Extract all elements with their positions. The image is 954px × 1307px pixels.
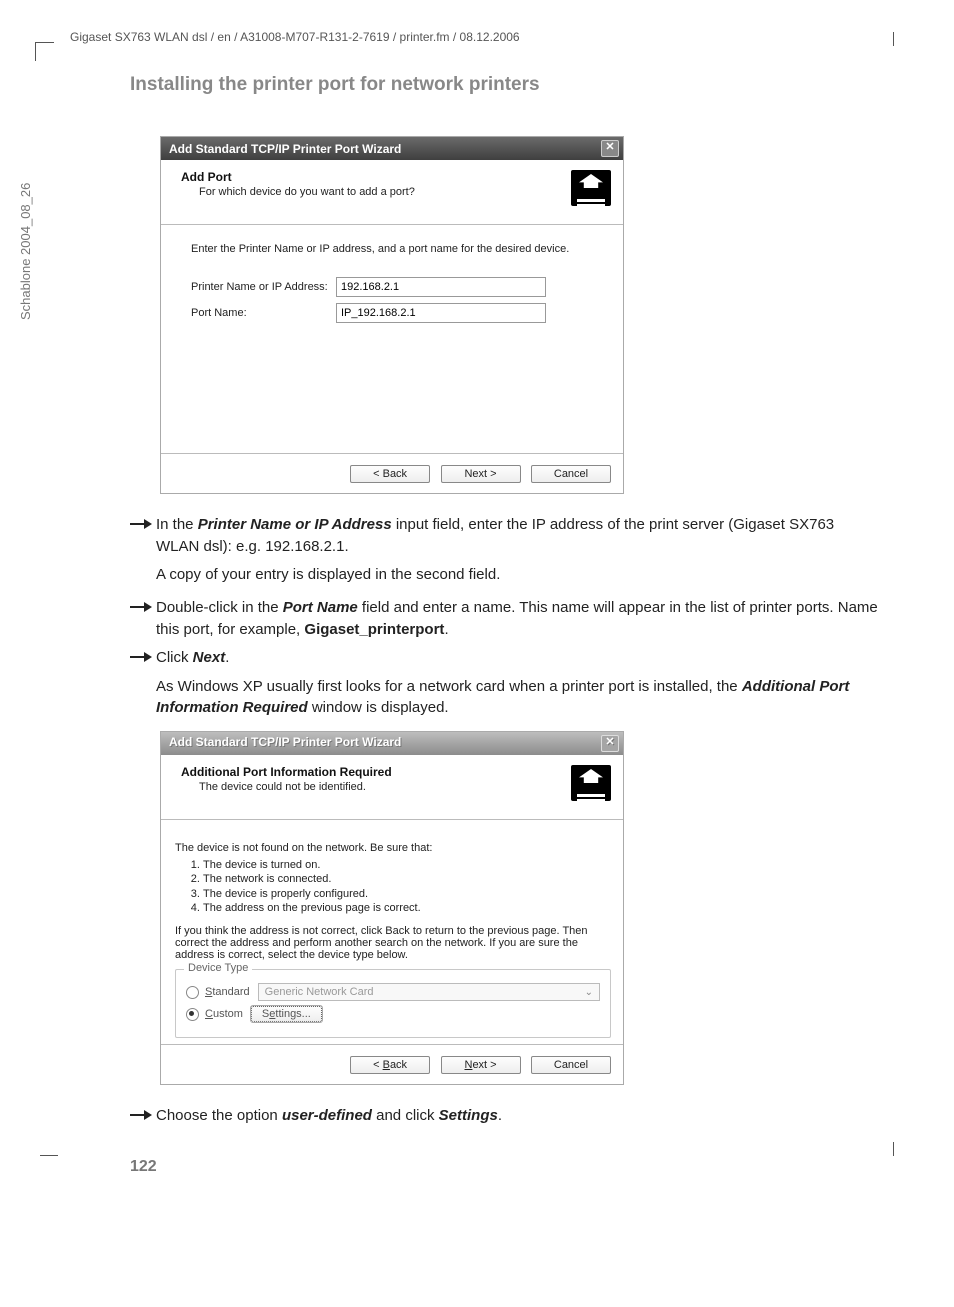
dialog-header-subtitle: The device could not be identified. bbox=[199, 781, 392, 793]
printer-icon bbox=[571, 765, 611, 801]
device-type-dropdown[interactable]: Generic Network Card ⌄ bbox=[258, 983, 600, 1001]
list-item: The device is properly configured. bbox=[203, 887, 611, 901]
dialog-footer: < Back Next > Cancel bbox=[161, 453, 623, 493]
cancel-button[interactable]: Cancel bbox=[531, 1056, 611, 1074]
dialog-body: The device is not found on the network. … bbox=[161, 820, 623, 1044]
crop-mark bbox=[893, 32, 894, 46]
radio-standard[interactable] bbox=[186, 986, 199, 999]
wizard-dialog-additional-info: Add Standard TCP/IP Printer Port Wizard … bbox=[160, 731, 624, 1085]
dialog-header: Add Port For which device do you want to… bbox=[161, 160, 623, 225]
chevron-down-icon: ⌄ bbox=[585, 987, 593, 998]
text-bold: Next bbox=[193, 649, 226, 666]
page-header: Gigaset SX763 WLAN dsl / en / A31008-M70… bbox=[55, 30, 889, 44]
dialog-title: Add Standard TCP/IP Printer Port Wizard bbox=[169, 735, 401, 752]
text-bold: Printer Name or IP Address bbox=[198, 516, 392, 533]
close-icon[interactable]: ✕ bbox=[601, 735, 619, 752]
text: As Windows XP usually first looks for a … bbox=[156, 678, 742, 695]
text: window is displayed. bbox=[308, 699, 449, 716]
text: . bbox=[498, 1107, 502, 1124]
text-bold: user-defined bbox=[282, 1107, 372, 1124]
dialog-header-title: Additional Port Information Required bbox=[181, 765, 392, 779]
checklist: The device is turned on. The network is … bbox=[185, 858, 611, 915]
text: Click bbox=[156, 649, 193, 666]
template-label: Schablone 2004_08_26 bbox=[18, 183, 33, 320]
dialog-title: Add Standard TCP/IP Printer Port Wizard bbox=[169, 142, 401, 156]
section-title: Installing the printer port for network … bbox=[130, 74, 879, 96]
arrow-icon bbox=[130, 597, 156, 641]
crop-mark bbox=[893, 1142, 894, 1156]
instruction-step: Click Next. bbox=[130, 647, 879, 670]
list-item: The network is connected. bbox=[203, 872, 611, 886]
dialog-header-subtitle: For which device do you want to add a po… bbox=[199, 186, 415, 198]
dialog-instruction: Enter the Printer Name or IP address, an… bbox=[191, 243, 593, 255]
back-button[interactable]: < Back bbox=[350, 1056, 430, 1074]
dialog-titlebar: Add Standard TCP/IP Printer Port Wizard … bbox=[161, 732, 623, 755]
next-button[interactable]: Next > bbox=[441, 1056, 521, 1074]
list-item: The device is turned on. bbox=[203, 858, 611, 872]
crop-mark bbox=[35, 42, 54, 61]
text: . bbox=[444, 621, 448, 638]
device-type-group: Device Type Standard Generic Network Car… bbox=[175, 969, 611, 1038]
text-bold: Settings bbox=[439, 1107, 498, 1124]
cancel-button[interactable]: Cancel bbox=[531, 465, 611, 483]
crop-mark bbox=[40, 1137, 58, 1156]
dropdown-value: Generic Network Card bbox=[265, 986, 374, 998]
settings-button[interactable]: Settings... bbox=[251, 1006, 322, 1022]
dialog-footer: < Back Next > Cancel bbox=[161, 1044, 623, 1084]
arrow-icon bbox=[130, 514, 156, 558]
text-paragraph: If you think the address is not correct,… bbox=[175, 925, 611, 961]
dialog-header: Additional Port Information Required The… bbox=[161, 755, 623, 820]
input-port-name[interactable]: IP_192.168.2.1 bbox=[336, 303, 546, 323]
radio-label: Custom bbox=[205, 1008, 243, 1020]
arrow-icon bbox=[130, 647, 156, 670]
instruction-step: Choose the option user-defined and click… bbox=[130, 1105, 879, 1128]
next-button[interactable]: Next > bbox=[441, 465, 521, 483]
dialog-header-title: Add Port bbox=[181, 170, 415, 184]
radio-custom[interactable] bbox=[186, 1008, 199, 1021]
wizard-dialog-add-port: Add Standard TCP/IP Printer Port Wizard … bbox=[160, 136, 624, 494]
radio-label: Standard bbox=[205, 986, 250, 998]
list-item: The address on the previous page is corr… bbox=[203, 901, 611, 915]
input-ip-address[interactable]: 192.168.2.1 bbox=[336, 277, 546, 297]
label-ip-address: Printer Name or IP Address: bbox=[191, 281, 336, 293]
instruction-step: Double-click in the Port Name field and … bbox=[130, 597, 879, 641]
dialog-titlebar: Add Standard TCP/IP Printer Port Wizard … bbox=[161, 137, 623, 160]
instruction-step: In the Printer Name or IP Address input … bbox=[130, 514, 879, 558]
close-icon[interactable]: ✕ bbox=[601, 140, 619, 157]
paragraph: A copy of your entry is displayed in the… bbox=[156, 564, 879, 586]
text: and click bbox=[372, 1107, 439, 1124]
page-number: 122 bbox=[130, 1158, 879, 1176]
text: Choose the option bbox=[156, 1107, 282, 1124]
text: . bbox=[225, 649, 229, 666]
label-port-name: Port Name: bbox=[191, 307, 336, 319]
arrow-icon bbox=[130, 1105, 156, 1128]
dialog-body: Enter the Printer Name or IP address, an… bbox=[161, 225, 623, 453]
text-bold: Gigaset_printerport bbox=[304, 621, 444, 638]
printer-icon bbox=[571, 170, 611, 206]
fieldset-legend: Device Type bbox=[184, 962, 252, 974]
back-button[interactable]: < Back bbox=[350, 465, 430, 483]
text: Double-click in the bbox=[156, 599, 283, 616]
text: In the bbox=[156, 516, 198, 533]
text-bold: Port Name bbox=[283, 599, 358, 616]
paragraph: As Windows XP usually first looks for a … bbox=[156, 676, 879, 720]
text-line: The device is not found on the network. … bbox=[175, 842, 611, 854]
